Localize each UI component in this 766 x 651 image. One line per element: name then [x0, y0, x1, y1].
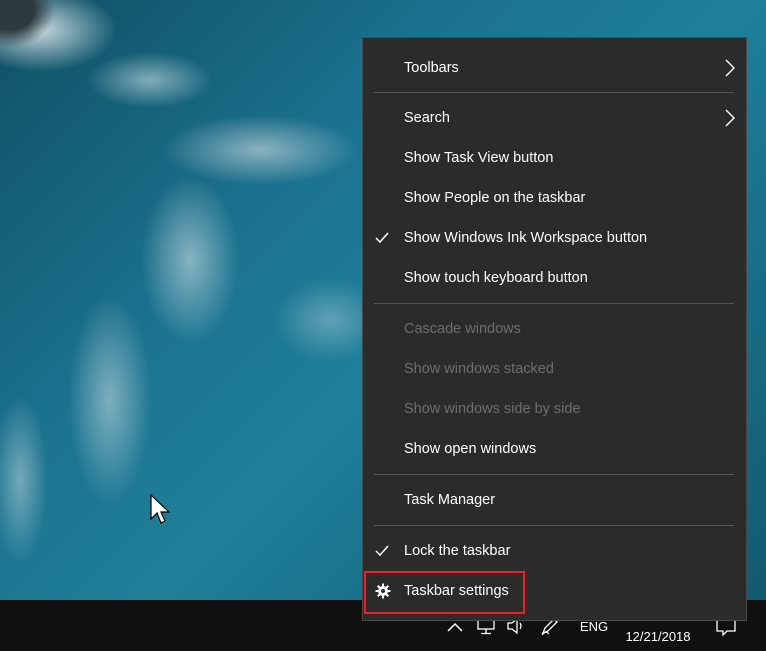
menu-item-label: Show open windows — [404, 441, 537, 457]
gear-icon — [375, 583, 391, 599]
date-label: 12/21/2018 — [625, 628, 691, 644]
menu-item-show-windows-stacked: Show windows stacked — [363, 349, 746, 389]
menu-item-label: Toolbars — [404, 60, 459, 76]
menu-separator — [374, 474, 734, 475]
menu-item-search[interactable]: Search — [363, 98, 746, 138]
menu-item-taskbar-settings[interactable]: Taskbar settings — [363, 571, 746, 611]
menu-item-label: Show windows stacked — [404, 361, 554, 377]
chevron-up-icon — [447, 622, 463, 632]
checkmark-icon — [375, 232, 389, 244]
menu-item-toolbars[interactable]: Toolbars — [363, 48, 746, 88]
clock[interactable]: 12/21/2018 — [610, 624, 706, 648]
menu-item-label: Cascade windows — [404, 321, 521, 337]
menu-separator — [374, 92, 734, 93]
menu-item-task-manager[interactable]: Task Manager — [363, 480, 746, 520]
menu-item-label: Taskbar settings — [404, 583, 509, 599]
menu-item-show-task-view-button[interactable]: Show Task View button — [363, 138, 746, 178]
menu-item-label: Task Manager — [404, 492, 496, 508]
chevron-right-icon — [725, 109, 735, 127]
checkmark-icon — [375, 545, 389, 557]
taskbar-context-menu: Toolbars Search Show Task View button Sh… — [362, 37, 747, 621]
menu-item-lock-the-taskbar[interactable]: Lock the taskbar — [363, 531, 746, 571]
menu-item-label: Show touch keyboard button — [404, 270, 588, 286]
menu-separator — [374, 303, 734, 304]
chevron-right-icon — [725, 59, 735, 77]
mouse-pointer-icon — [150, 494, 170, 524]
menu-item-label: Show windows side by side — [404, 401, 581, 417]
menu-item-label: Show Task View button — [404, 150, 554, 166]
menu-item-show-people[interactable]: Show People on the taskbar — [363, 178, 746, 218]
menu-item-show-windows-ink-workspace[interactable]: Show Windows Ink Workspace button — [363, 218, 746, 258]
menu-item-show-open-windows[interactable]: Show open windows — [363, 429, 746, 469]
menu-item-label: Show People on the taskbar — [404, 190, 586, 206]
menu-item-label: Show Windows Ink Workspace button — [404, 230, 648, 246]
menu-item-show-windows-side-by-side: Show windows side by side — [363, 389, 746, 429]
menu-item-label: Search — [404, 110, 450, 126]
wallpaper-rock — [0, 0, 70, 60]
menu-separator — [374, 525, 734, 526]
menu-item-label: Lock the taskbar — [404, 543, 511, 559]
menu-item-show-touch-keyboard[interactable]: Show touch keyboard button — [363, 258, 746, 298]
menu-item-cascade-windows: Cascade windows — [363, 309, 746, 349]
